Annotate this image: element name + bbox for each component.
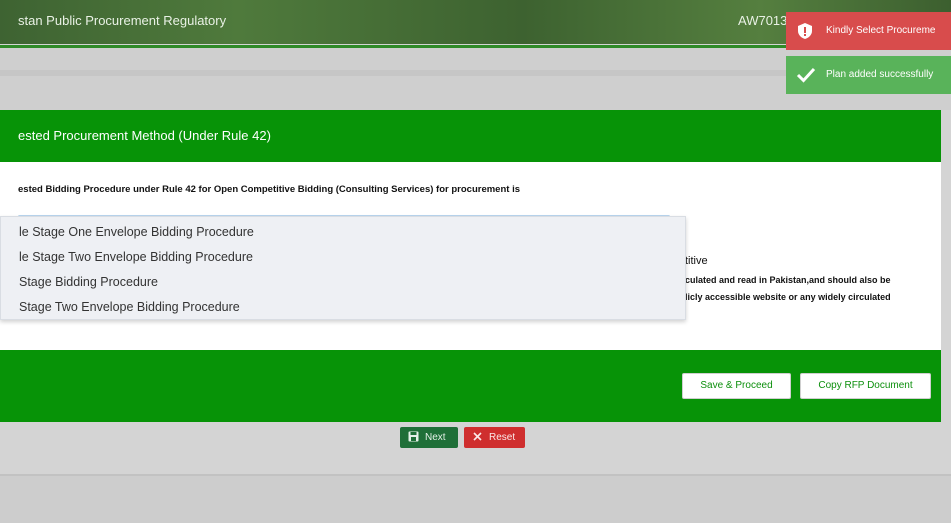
reset-button[interactable]: Reset <box>464 427 525 448</box>
copy-rfp-document-button[interactable]: Copy RFP Document <box>800 373 931 399</box>
check-icon <box>796 66 816 87</box>
modal-header: ested Procurement Method (Under Rule 42) <box>0 110 941 162</box>
dropdown-option[interactable]: Stage Bidding Procedure <box>19 275 158 289</box>
error-toast[interactable]: Kindly Select Procureme <box>786 12 951 50</box>
save-proceed-button[interactable]: Save & Proceed <box>682 373 791 399</box>
app-title: stan Public Procurement Regulatory <box>18 13 227 28</box>
bidding-procedure-question: ested Bidding Procedure under Rule 42 fo… <box>18 184 520 195</box>
dropdown-option[interactable]: le Stage Two Envelope Bidding Procedure <box>19 250 253 264</box>
info-line-1: culated and read in Pakistan,and should … <box>685 275 891 285</box>
success-toast-message: Plan added successfully <box>826 69 934 80</box>
save-icon <box>408 431 419 445</box>
next-label: Next <box>425 432 446 443</box>
shield-alert-icon <box>796 22 814 43</box>
next-button[interactable]: Next <box>400 427 458 448</box>
modal-title: ested Procurement Method (Under Rule 42) <box>18 128 271 143</box>
dropdown-option[interactable]: Stage Two Envelope Bidding Procedure <box>19 300 240 314</box>
modal-footer: Save & Proceed Copy RFP Document <box>0 350 941 422</box>
backdrop-footer <box>0 476 951 523</box>
info-line-2: licly accessible website or any widely c… <box>685 292 891 302</box>
bidding-procedure-dropdown: le Stage One Envelope Bidding Procedure … <box>0 216 686 320</box>
close-icon <box>472 431 483 445</box>
success-toast[interactable]: Plan added successfully <box>786 56 951 94</box>
reset-label: Reset <box>489 432 516 443</box>
error-toast-message: Kindly Select Procureme <box>826 25 936 36</box>
dropdown-option[interactable]: le Stage One Envelope Bidding Procedure <box>19 225 254 239</box>
user-code: AW7013 <box>738 13 788 28</box>
info-heading: titive <box>685 255 708 267</box>
